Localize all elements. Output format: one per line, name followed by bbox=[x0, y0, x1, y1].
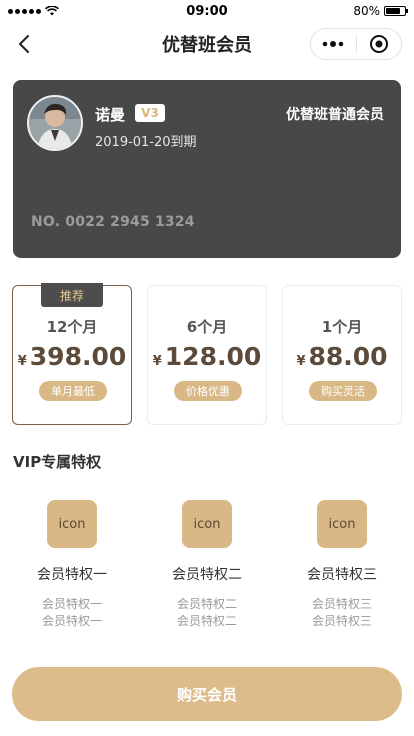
price-amount: 88.00 bbox=[308, 342, 388, 371]
nav-bar: 优替班会员 bbox=[0, 22, 414, 66]
privilege-title: 会员特权二 bbox=[172, 567, 242, 583]
privilege-desc-line: 会员特权二 bbox=[176, 597, 237, 611]
plan-note-badge: 价格优惠 bbox=[174, 381, 242, 401]
plan-duration: 12个月 bbox=[46, 318, 98, 336]
member-name: 诺曼 bbox=[95, 106, 126, 124]
price-amount: 398.00 bbox=[29, 342, 127, 371]
plan-option-6-months[interactable]: 6个月 ¥128.00 价格优惠 bbox=[147, 285, 267, 425]
privilege-item: icon 会员特权三 会员特权三 会员特权三 bbox=[282, 500, 402, 630]
price-amount: 128.00 bbox=[164, 342, 262, 371]
battery-fill bbox=[385, 8, 401, 14]
plan-price: ¥88.00 bbox=[283, 342, 401, 371]
privilege-title: 会员特权一 bbox=[37, 567, 107, 583]
membership-type: 优替班普通会员 bbox=[286, 107, 384, 123]
plan-duration: 6个月 bbox=[186, 318, 228, 336]
signal-group bbox=[8, 6, 98, 16]
privilege-description: 会员特权三 会员特权三 bbox=[282, 596, 402, 630]
plan-note-badge: 购买灵活 bbox=[309, 381, 377, 401]
status-time: 09:00 bbox=[186, 3, 228, 19]
currency-symbol: ¥ bbox=[17, 354, 27, 369]
chevron-left-icon bbox=[19, 35, 29, 53]
expiry-date: 2019-01-20到期 bbox=[95, 135, 197, 150]
plan-note-badge: 单月最低 bbox=[39, 381, 107, 401]
close-mini-program-button[interactable] bbox=[357, 29, 402, 59]
more-button[interactable] bbox=[311, 29, 356, 59]
privilege-item: icon 会员特权二 会员特权二 会员特权二 bbox=[147, 500, 267, 630]
card-number: NO. 0022 2945 1324 bbox=[31, 214, 195, 230]
privilege-description: 会员特权一 会员特权一 bbox=[12, 596, 132, 630]
member-card: 诺曼 V3 2019-01-20到期 优替班普通会员 NO. 0022 2945… bbox=[13, 80, 401, 258]
plan-option-1-month[interactable]: 1个月 ¥88.00 购买灵活 bbox=[282, 285, 402, 425]
recommended-tag: 推荐 bbox=[41, 283, 103, 307]
privilege-icon: icon bbox=[317, 500, 367, 548]
privilege-desc-line: 会员特权一 bbox=[41, 614, 102, 628]
avatar-image bbox=[29, 97, 81, 149]
wifi-icon bbox=[45, 6, 59, 16]
page-title: 优替班会员 bbox=[162, 35, 252, 56]
buy-membership-button[interactable]: 购买会员 bbox=[12, 667, 402, 721]
mini-program-capsule bbox=[310, 28, 402, 60]
battery-percent: 80% bbox=[353, 4, 380, 18]
back-button[interactable] bbox=[12, 32, 36, 56]
privilege-item: icon 会员特权一 会员特权一 会员特权一 bbox=[12, 500, 132, 630]
plan-option-12-months[interactable]: 推荐 12个月 ¥398.00 单月最低 bbox=[12, 283, 132, 425]
close-circle-icon bbox=[369, 35, 388, 53]
currency-symbol: ¥ bbox=[152, 354, 162, 369]
avatar[interactable] bbox=[27, 95, 83, 151]
privilege-desc-line: 会员特权三 bbox=[311, 597, 372, 611]
plan-duration: 1个月 bbox=[321, 318, 363, 336]
privilege-icon: icon bbox=[182, 500, 232, 548]
privilege-desc-line: 会员特权一 bbox=[41, 597, 102, 611]
more-dots-icon bbox=[322, 41, 344, 47]
privilege-desc-line: 会员特权二 bbox=[176, 614, 237, 628]
privilege-icon: icon bbox=[47, 500, 97, 548]
battery-icon bbox=[383, 6, 408, 16]
status-bar: 09:00 80% bbox=[0, 0, 414, 22]
plan-options: 推荐 12个月 ¥398.00 单月最低 6个月 ¥128.00 价格优惠 1个… bbox=[12, 283, 402, 425]
plan-price: ¥128.00 bbox=[148, 342, 266, 371]
level-badge: V3 bbox=[135, 104, 165, 122]
privilege-desc-line: 会员特权三 bbox=[311, 614, 372, 628]
signal-strength-icon bbox=[8, 8, 41, 14]
currency-symbol: ¥ bbox=[296, 354, 306, 369]
plan-price: ¥398.00 bbox=[13, 342, 131, 371]
privilege-title: 会员特权三 bbox=[307, 567, 377, 583]
privilege-description: 会员特权二 会员特权二 bbox=[147, 596, 267, 630]
privileges-title: VIP专属特权 bbox=[13, 453, 102, 471]
battery-group: 80% bbox=[316, 4, 408, 18]
